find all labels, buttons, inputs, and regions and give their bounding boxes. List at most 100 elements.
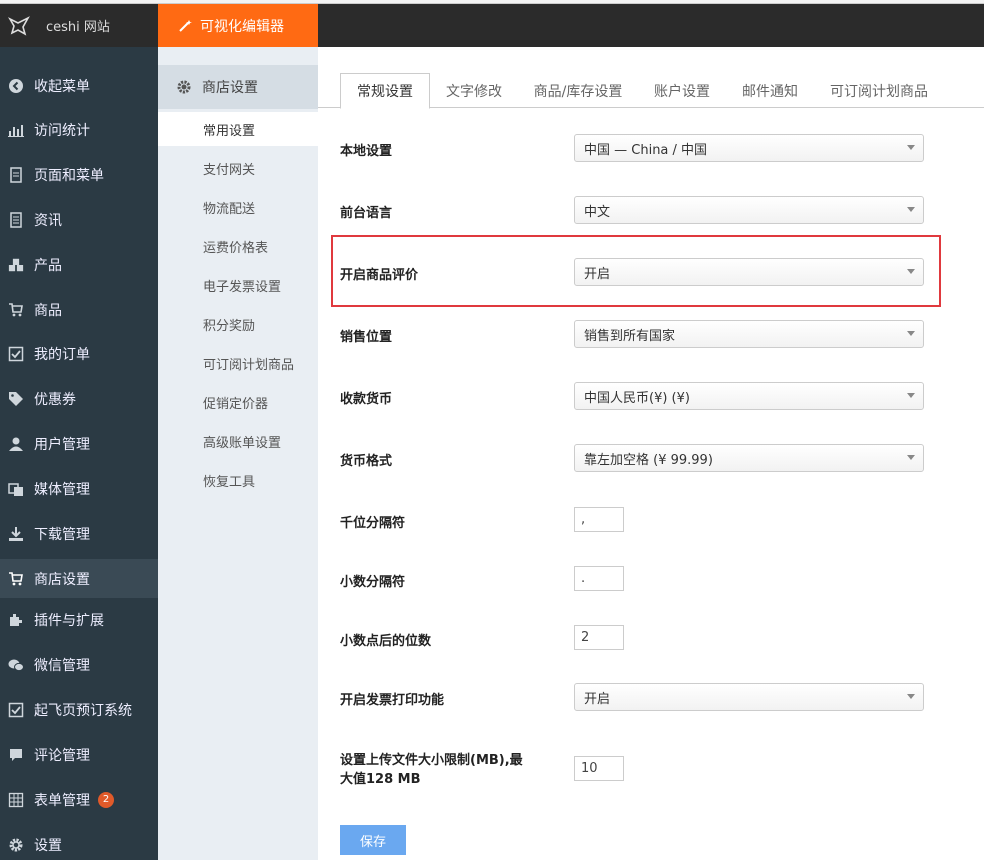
upload-limit-label-line2: 大值128 MB <box>340 772 421 787</box>
sidebar-item-goods[interactable]: 商品 <box>0 290 158 329</box>
subnav-item-subscriptions[interactable]: 可订阅计划商品 <box>158 346 318 380</box>
invoice-print-select[interactable]: 开启 <box>574 683 924 711</box>
caret-down-icon <box>907 269 915 274</box>
subnav-title: 商店设置 <box>202 80 258 96</box>
sidebar-item-media[interactable]: 媒体管理 <box>0 469 158 508</box>
sidebar-item-pages[interactable]: 页面和菜单 <box>0 155 158 194</box>
tag-icon <box>8 391 24 407</box>
document-icon <box>8 211 24 228</box>
gear-icon <box>8 837 24 853</box>
sell-location-label: 销售位置 <box>340 330 393 345</box>
select-value: 开启 <box>584 266 611 282</box>
select-value: 中国人民币(¥) (¥) <box>584 390 690 406</box>
notification-badge: 2 <box>98 791 114 808</box>
language-select[interactable]: 中文 <box>574 196 924 224</box>
select-value: 中国 — China / 中国 <box>584 142 708 158</box>
sidebar-item-shop-settings[interactable]: 商店设置 <box>0 559 158 598</box>
sidebar-item-orders[interactable]: 我的订单 <box>0 334 158 373</box>
subnav-item-label: 物流配送 <box>203 201 256 217</box>
subnav-item-einvoice[interactable]: 电子发票设置 <box>158 268 318 302</box>
tab-emails[interactable]: 邮件通知 <box>726 73 814 108</box>
subnav-item-shipping[interactable]: 物流配送 <box>158 190 318 224</box>
decimals-input[interactable]: 2 <box>574 625 624 650</box>
sidebar-item-forms[interactable]: 表单管理 2 <box>0 780 158 819</box>
tab-subscriptions[interactable]: 可订阅计划商品 <box>814 73 944 108</box>
sidebar-item-stats[interactable]: 访问统计 <box>0 110 158 149</box>
checkbox-icon <box>8 702 24 718</box>
caret-down-icon <box>907 694 915 699</box>
subnav-item-general[interactable]: 常用设置 <box>158 112 318 146</box>
sidebar-item-label: 页面和菜单 <box>34 167 104 184</box>
sidebar-item-label: 我的订单 <box>34 346 90 363</box>
tab-label: 常规设置 <box>357 84 413 100</box>
subnav-item-payment[interactable]: 支付网关 <box>158 151 318 185</box>
subnav-item-label: 常用设置 <box>203 123 256 139</box>
select-value: 中文 <box>584 204 611 220</box>
decimal-separator-input[interactable]: . <box>574 566 624 591</box>
sidebar-item-products[interactable]: 产品 <box>0 245 158 284</box>
sidebar-item-label: 设置 <box>34 837 62 854</box>
cart-icon <box>8 571 24 587</box>
sidebar-item-label: 优惠券 <box>34 391 76 408</box>
subnav-item-label: 运费价格表 <box>203 240 269 256</box>
subnav-item-recovery[interactable]: 恢复工具 <box>158 463 318 497</box>
sell-location-select[interactable]: 销售到所有国家 <box>574 320 924 348</box>
language-label: 前台语言 <box>340 206 393 221</box>
main-sidebar: 收起菜单 访问统计 页面和菜单 资讯 产品 商品 我的订单 优惠券 用户管理 媒… <box>0 47 158 860</box>
local-settings-select[interactable]: 中国 — China / 中国 <box>574 134 924 162</box>
tab-accounts[interactable]: 账户设置 <box>638 73 726 108</box>
subnav-item-label: 可订阅计划商品 <box>203 357 295 373</box>
decimals-label: 小数点后的位数 <box>340 634 432 649</box>
sidebar-item-label: 访问统计 <box>34 122 90 139</box>
cart-icon <box>8 302 24 318</box>
reviews-select[interactable]: 开启 <box>574 258 924 286</box>
subnav-item-points[interactable]: 积分奖励 <box>158 307 318 341</box>
upload-limit-input[interactable]: 10 <box>574 756 624 781</box>
sidebar-item-comments[interactable]: 评论管理 <box>0 735 158 774</box>
tab-label: 可订阅计划商品 <box>830 83 928 100</box>
subnav-item-rates[interactable]: 运费价格表 <box>158 229 318 263</box>
currency-format-select[interactable]: 靠左加空格 (¥ 99.99) <box>574 444 924 472</box>
subnav-header: 商店设置 <box>158 65 318 109</box>
sidebar-item-label: 媒体管理 <box>34 481 90 498</box>
sidebar-item-settings[interactable]: 设置 <box>0 825 158 864</box>
reviews-label: 开启商品评价 <box>340 268 419 283</box>
wechat-icon <box>8 657 24 673</box>
local-settings-label: 本地设置 <box>340 144 393 159</box>
sidebar-item-label: 下载管理 <box>34 526 90 543</box>
media-icon <box>8 481 24 497</box>
sidebar-item-plugins[interactable]: 插件与扩展 <box>0 600 158 639</box>
sidebar-item-label: 插件与扩展 <box>34 612 104 629</box>
save-button[interactable]: 保存 <box>340 825 406 855</box>
bar-chart-icon <box>8 122 24 138</box>
select-value: 销售到所有国家 <box>584 328 676 344</box>
sidebar-item-users[interactable]: 用户管理 <box>0 424 158 463</box>
brand[interactable]: ceshi 网站 <box>0 4 158 47</box>
tab-label: 文字修改 <box>446 83 502 100</box>
sidebar-item-downloads[interactable]: 下载管理 <box>0 514 158 553</box>
sidebar-item-label: 商品 <box>34 302 62 319</box>
sidebar-item-label: 微信管理 <box>34 657 90 674</box>
tab-inventory[interactable]: 商品/库存设置 <box>518 73 638 108</box>
caret-down-icon <box>907 207 915 212</box>
subnav-item-pricing[interactable]: 促销定价器 <box>158 385 318 419</box>
subnav-item-label: 恢复工具 <box>203 474 256 490</box>
magic-wand-icon <box>179 19 192 32</box>
logo-icon <box>8 15 30 36</box>
sidebar-item-coupons[interactable]: 优惠券 <box>0 379 158 418</box>
sidebar-item-wechat[interactable]: 微信管理 <box>0 645 158 684</box>
upload-limit-label: 设置上传文件大小限制(MB),最 大值128 MB <box>340 751 523 789</box>
currency-format-label: 货币格式 <box>340 454 393 469</box>
thousand-separator-label: 千位分隔符 <box>340 516 406 531</box>
main-content: 常规设置 文字修改 商品/库存设置 账户设置 邮件通知 可订阅计划商品 本地设置… <box>318 47 984 860</box>
sidebar-item-collapse[interactable]: 收起菜单 <box>0 66 158 105</box>
currency-select[interactable]: 中国人民币(¥) (¥) <box>574 382 924 410</box>
sidebar-item-booking[interactable]: 起飞页预订系统 <box>0 690 158 729</box>
visual-editor-button[interactable]: 可视化编辑器 <box>158 4 318 47</box>
sidebar-item-news[interactable]: 资讯 <box>0 200 158 239</box>
thousand-separator-input[interactable]: , <box>574 507 624 532</box>
user-icon <box>8 436 24 452</box>
subnav-item-billing[interactable]: 高级账单设置 <box>158 424 318 458</box>
tab-text[interactable]: 文字修改 <box>430 73 518 108</box>
tab-general[interactable]: 常规设置 <box>340 73 430 109</box>
